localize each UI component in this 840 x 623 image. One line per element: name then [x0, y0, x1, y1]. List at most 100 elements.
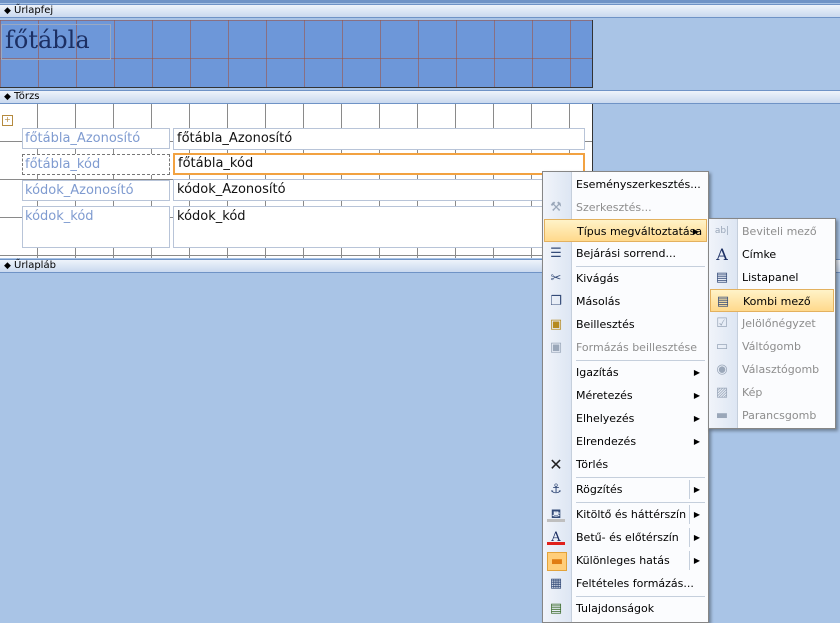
submenu-arrow-icon: ▶ — [693, 533, 700, 542]
submenu-item-label: Listapanel — [742, 271, 799, 284]
menu-item-paste-format[interactable]: ▣ Formázás beillesztése — [544, 336, 707, 359]
menu-item-change-type[interactable]: Típus megváltoztatása ▶ — [544, 219, 707, 242]
field-kodok-azonosito[interactable]: kódok_Azonosító — [173, 179, 585, 201]
submenu-arrow-icon: ▶ — [693, 437, 700, 446]
submenu-arrow-icon: ▶ — [693, 391, 700, 400]
fill-bucket-icon: ⛾ — [547, 506, 565, 522]
font-color-icon: A — [547, 529, 565, 545]
menu-item-special-effect[interactable]: ▬ Különleges hatás ▶ — [544, 549, 707, 572]
menu-item-label: Bejárási sorrend... — [576, 247, 676, 260]
special-effect-icon: ▬ — [547, 552, 567, 571]
menu-item-font-color[interactable]: A Betű- és előtérszín ▶ — [544, 526, 707, 549]
paste-icon: ▣ — [549, 317, 563, 332]
toggle-button-icon: ▭ — [715, 339, 729, 354]
menu-item-label: Formázás beillesztése — [576, 341, 697, 354]
menu-item-event-builder[interactable]: Eseményszerkesztés... — [544, 173, 707, 196]
detail-bar[interactable]: ◆ Törzs — [0, 90, 840, 104]
copy-icon: ❐ — [550, 294, 562, 309]
submenu-arrow-icon: ▶ — [693, 510, 700, 519]
menu-item-label: Feltételes formázás... — [576, 577, 694, 590]
menu-item-label: Igazítás — [576, 366, 619, 379]
menu-item-copy[interactable]: ❐ Másolás — [544, 290, 707, 313]
menu-item-label: Elhelyezés — [576, 412, 635, 425]
submenu-item-label: Kombi mező — [743, 295, 811, 308]
label-fotabla-kod[interactable]: főtábla_kód — [22, 154, 170, 175]
section-arrow-icon: ◆ — [4, 6, 11, 16]
checkbox-icon: ☑ — [716, 316, 728, 331]
form-header-bar[interactable]: ◆ Űrlapfej — [0, 4, 840, 18]
section-arrow-icon: ◆ — [4, 261, 11, 271]
submenu-item-radio[interactable]: ◉ Választógomb — [710, 358, 834, 381]
menu-item-label: Rögzítés — [576, 483, 623, 496]
submenu-item-label[interactable]: A Címke — [710, 243, 834, 266]
menu-item-label: Méretezés — [576, 389, 633, 402]
menu-item-anchor[interactable]: ⚓ Rögzítés ▶ — [544, 478, 707, 501]
menu-item-conditional-format[interactable]: ▦ Feltételes formázás... — [544, 572, 707, 595]
paste-format-icon: ▣ — [549, 340, 563, 355]
menu-item-tab-order[interactable]: ☰ Bejárási sorrend... — [544, 242, 707, 265]
textbox-icon: ab| — [714, 226, 730, 236]
submenu-item-label: Váltógomb — [742, 340, 801, 353]
menu-item-layout[interactable]: Elrendezés ▶ — [544, 430, 707, 453]
delete-x-icon: ✕ — [549, 455, 563, 474]
submenu-item-command-button[interactable]: ▬ Parancsgomb — [710, 404, 834, 427]
layout-selector-icon[interactable]: + — [2, 115, 13, 126]
menu-item-label: Szerkesztés... — [576, 201, 652, 214]
submenu-arrow-icon: ▶ — [693, 485, 700, 494]
submenu-item-label: Parancsgomb — [742, 409, 817, 422]
submenu-item-listbox[interactable]: ▤ Listapanel — [710, 266, 834, 289]
command-button-icon: ▬ — [715, 408, 729, 423]
submenu-item-toggle[interactable]: ▭ Váltógomb — [710, 335, 834, 358]
submenu-arrow-icon: ▶ — [693, 556, 700, 565]
header-title-label[interactable]: főtábla — [1, 24, 111, 60]
label-kodok-azonosito[interactable]: kódok_Azonosító — [22, 180, 170, 201]
submenu-item-label: Beviteli mező — [742, 225, 817, 238]
menu-item-label: Kitöltő és háttérszín — [576, 508, 687, 521]
form-header-area[interactable]: főtábla — [0, 20, 593, 88]
menu-item-label: Különleges hatás — [576, 554, 670, 567]
menu-item-position[interactable]: Elhelyezés ▶ — [544, 407, 707, 430]
menu-item-label: Kivágás — [576, 272, 619, 285]
field-fotabla-azonosito[interactable]: főtábla_Azonosító — [173, 128, 585, 150]
menu-item-label: Beillesztés — [576, 318, 635, 331]
label-kodok-kod[interactable]: kódok_kód — [22, 206, 170, 248]
detail-area[interactable]: + főtábla_Azonosító főtábla_Azonosító fő… — [0, 104, 593, 258]
menu-item-size[interactable]: Méretezés ▶ — [544, 384, 707, 407]
field-fotabla-kod[interactable]: főtábla_kód — [173, 153, 585, 175]
tab-order-icon: ☰ — [550, 246, 562, 261]
detail-label: Törzs — [14, 91, 40, 102]
menu-item-label: Tulajdonságok — [576, 602, 655, 615]
submenu-arrow-icon: ▶ — [693, 414, 700, 423]
submenu-item-label: Címke — [742, 248, 777, 261]
change-type-submenu: ab| Beviteli mező A Címke ▤ Listapanel ▤… — [708, 218, 836, 429]
submenu-item-label: Jelölőnégyzet — [742, 317, 816, 330]
submenu-item-checkbox[interactable]: ☑ Jelölőnégyzet — [710, 312, 834, 335]
scissors-icon: ✂ — [550, 271, 562, 286]
menu-item-fill-color[interactable]: ⛾ Kitöltő és háttérszín ▶ — [544, 503, 707, 526]
anchor-icon: ⚓ — [550, 482, 562, 497]
menu-item-label: Törlés — [576, 458, 609, 471]
radio-button-icon: ◉ — [716, 362, 728, 377]
menu-item-align[interactable]: Igazítás ▶ — [544, 361, 707, 384]
menu-item-label: Betű- és előtérszín — [576, 531, 679, 544]
submenu-item-textbox[interactable]: ab| Beviteli mező — [710, 220, 834, 243]
properties-icon: ▤ — [549, 601, 563, 616]
menu-item-label: Eseményszerkesztés... — [576, 178, 701, 191]
menu-item-edit[interactable]: ⚒ Szerkesztés... — [544, 196, 707, 219]
submenu-arrow-icon: ▶ — [692, 227, 699, 236]
image-icon: ▨ — [715, 385, 729, 400]
menu-item-properties[interactable]: ▤ Tulajdonságok — [544, 597, 707, 620]
submenu-item-image[interactable]: ▨ Kép — [710, 381, 834, 404]
menu-item-paste[interactable]: ▣ Beillesztés — [544, 313, 707, 336]
menu-item-label: Típus megváltoztatása — [577, 225, 703, 238]
combobox-icon: ▤ — [716, 294, 730, 309]
label-fotabla-azonosito[interactable]: főtábla_Azonosító — [22, 128, 170, 149]
menu-item-delete[interactable]: ✕ Törlés — [544, 453, 707, 476]
form-header-label: Űrlapfej — [14, 5, 54, 16]
menu-item-cut[interactable]: ✂ Kivágás — [544, 267, 707, 290]
top-border — [0, 0, 840, 3]
wand-icon: ⚒ — [550, 200, 562, 215]
field-kodok-kod[interactable]: kódok_kód — [173, 206, 585, 248]
form-footer-label: Űrlapláb — [14, 260, 56, 271]
submenu-item-combobox[interactable]: ▤ Kombi mező — [710, 289, 834, 312]
